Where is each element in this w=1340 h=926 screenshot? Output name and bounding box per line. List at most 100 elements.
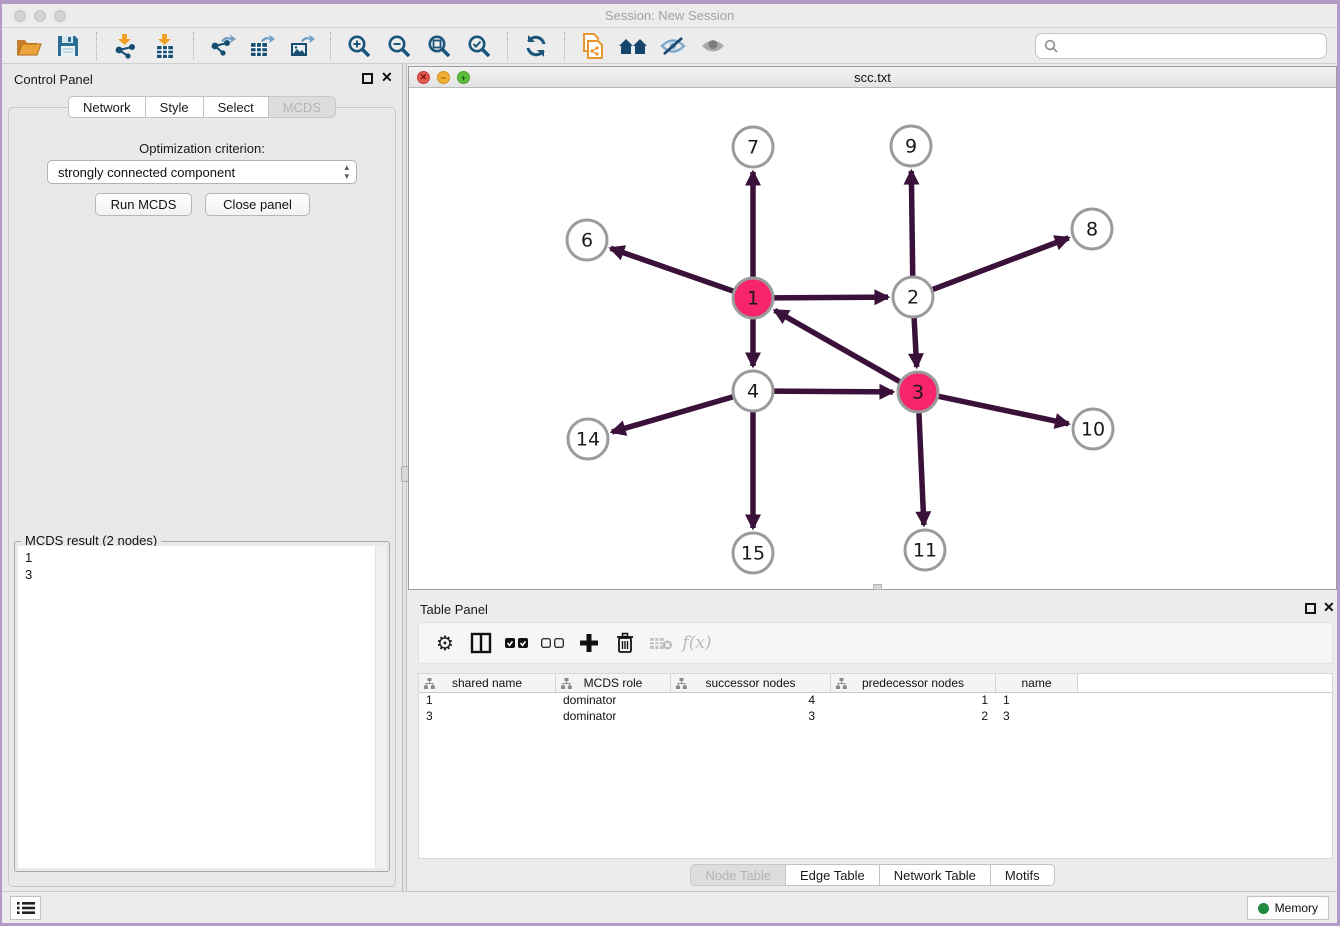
column-header-name[interactable]: name [996,674,1078,692]
table-cell[interactable]: 1 [831,693,996,709]
zoom-out-icon[interactable] [382,31,416,61]
float-panel-icon[interactable] [362,73,373,84]
zoom-in-icon[interactable] [342,31,376,61]
zoom-fit-icon[interactable] [422,31,456,61]
table-cell[interactable]: dominator [556,709,671,725]
mcds-result-group: MCDS result (2 nodes) 1 3 [14,541,390,872]
panel-splitter[interactable] [402,64,407,891]
column-visibility-icon[interactable] [463,626,499,660]
table-cell[interactable]: 2 [831,709,996,725]
column-header-shared-name[interactable]: shared name [419,674,556,692]
window-title: Session: New Session [2,8,1337,23]
graph-node-label: 6 [581,230,593,252]
search-input[interactable] [1064,39,1318,54]
close-panel-button[interactable]: Close panel [205,193,310,216]
tab-network[interactable]: Network [68,96,146,118]
open-file-icon[interactable] [11,31,45,61]
graph-node-label: 15 [741,543,765,565]
graph-edge-3-10[interactable] [936,396,1069,424]
network-canvas[interactable]: 7968124314101511 [409,88,1336,589]
table-cell[interactable]: 1 [419,693,556,709]
toolbar-separator [96,32,97,60]
import-network-icon[interactable] [108,31,142,61]
mcds-panel: Optimization criterion: strongly connect… [8,107,396,887]
search-box[interactable] [1035,33,1327,59]
graph-node-label: 7 [747,137,759,159]
network-window-titlebar[interactable]: ✕ − + scc.txt [409,67,1336,88]
table-tabs: Node Table Edge Table Network Table Moti… [408,864,1337,886]
graph-edge-1-2[interactable] [771,297,888,298]
home-layout-icon[interactable] [616,31,650,61]
title-bar: Session: New Session [2,4,1337,28]
table-close-panel-icon[interactable]: ✕ [1323,600,1335,614]
control-panel-title: Control Panel [14,72,93,87]
table-settings-icon[interactable]: ⚙ [427,626,463,660]
graph-edge-3-1[interactable] [775,310,903,383]
dropdown-stepper-icon: ▴▾ [344,163,349,181]
criterion-dropdown[interactable]: strongly connected component ▴▾ [47,160,357,184]
export-network-icon[interactable] [205,31,239,61]
table-cell[interactable]: dominator [556,693,671,709]
hide-selected-eye-icon[interactable] [656,31,690,61]
export-table-icon[interactable] [245,31,279,61]
graph-node-label: 8 [1086,219,1098,241]
delete-table-icon[interactable] [643,626,679,660]
close-panel-icon[interactable]: ✕ [381,70,393,84]
tab-style[interactable]: Style [146,96,204,118]
table-float-panel-icon[interactable] [1305,603,1316,614]
clone-network-icon[interactable] [576,31,610,61]
add-column-icon[interactable] [571,626,607,660]
toolbar-separator [507,32,508,60]
result-scrollbar[interactable] [375,546,386,868]
app-window: Session: New Session [2,4,1337,923]
graph-edge-2-8[interactable] [930,238,1069,291]
network-window-title: scc.txt [409,70,1336,85]
graph-node-label: 2 [907,287,919,309]
zoom-selected-icon[interactable] [462,31,496,61]
graph-edge-2-9[interactable] [911,171,912,279]
tab-motifs[interactable]: Motifs [991,864,1055,886]
tab-edge-table[interactable]: Edge Table [786,864,880,886]
table-cell[interactable]: 4 [671,693,831,709]
graph-edge-4-14[interactable] [612,396,736,432]
run-mcds-button[interactable]: Run MCDS [95,193,192,216]
delete-column-icon[interactable] [607,626,643,660]
main-toolbar [2,28,1337,64]
import-table-icon[interactable] [148,31,182,61]
graph-edge-3-11[interactable] [919,410,924,525]
mcds-result-text[interactable]: 1 3 [18,546,386,868]
memory-button[interactable]: Memory [1247,896,1329,920]
criterion-dropdown-value: strongly connected component [58,165,235,180]
deselect-all-columns-icon[interactable] [535,626,571,660]
table-cell[interactable]: 3 [996,709,1078,725]
table-row[interactable]: 1dominator411 [419,693,1332,709]
network-resize-grip[interactable] [873,584,882,590]
tab-select[interactable]: Select [204,96,269,118]
save-session-icon[interactable] [51,31,85,61]
task-history-button[interactable] [10,896,41,920]
toolbar-separator [193,32,194,60]
graph-edge-4-3[interactable] [771,391,893,392]
node-table[interactable]: shared nameMCDS rolesuccessor nodesprede… [418,673,1333,859]
tab-mcds[interactable]: MCDS [269,96,336,118]
column-header-MCDS-role[interactable]: MCDS role [556,674,671,692]
show-all-eye-icon[interactable] [696,31,730,61]
graph-edge-1-6[interactable] [611,248,736,292]
memory-status-icon [1258,903,1269,914]
graph-edge-2-3[interactable] [914,315,917,367]
export-image-icon[interactable] [285,31,319,61]
optimization-criterion-label: Optimization criterion: [9,141,395,156]
graph-node-label: 4 [747,381,759,403]
table-row[interactable]: 3dominator323 [419,709,1332,725]
table-cell[interactable]: 1 [996,693,1078,709]
network-graph[interactable]: 7968124314101511 [409,88,1336,589]
table-cell[interactable]: 3 [419,709,556,725]
refresh-icon[interactable] [519,31,553,61]
select-all-columns-icon[interactable] [499,626,535,660]
table-cell[interactable]: 3 [671,709,831,725]
column-header-successor-nodes[interactable]: successor nodes [671,674,831,692]
tab-network-table[interactable]: Network Table [880,864,991,886]
tab-node-table[interactable]: Node Table [690,864,786,886]
apply-function-icon[interactable]: f(x) [679,626,715,660]
column-header-predecessor-nodes[interactable]: predecessor nodes [831,674,996,692]
